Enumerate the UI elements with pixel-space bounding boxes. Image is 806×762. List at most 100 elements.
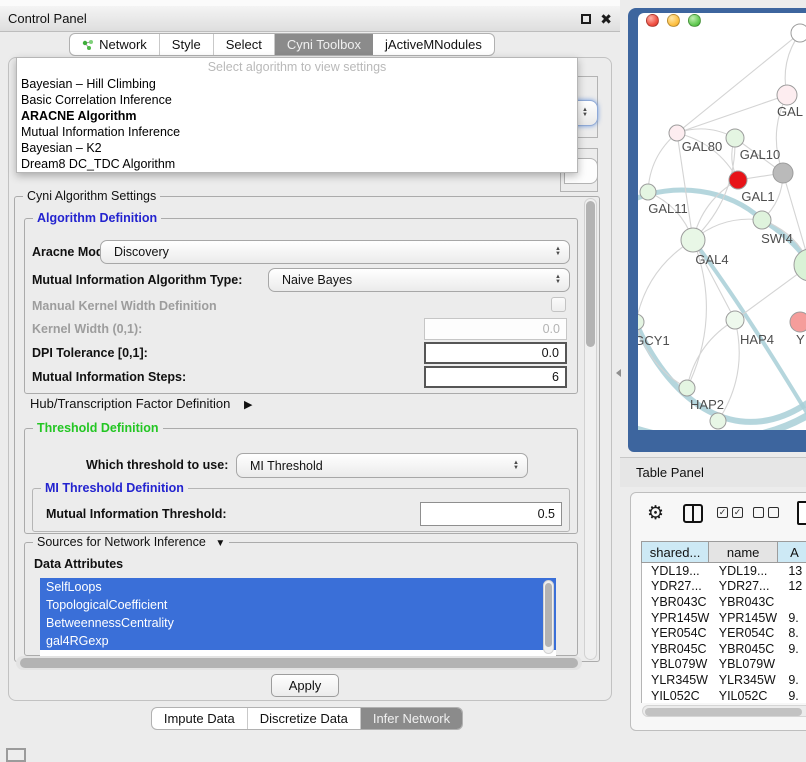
table-row-8[interactable]: YIL052CYIL052C9.	[642, 688, 806, 703]
network-label-GCY1: GCY1	[638, 333, 670, 348]
table-row-7[interactable]: YLR345WYLR345W9.	[642, 672, 806, 688]
network-node-SWI4-node[interactable]	[794, 249, 806, 281]
kernel-width-field[interactable]: 0.0	[424, 318, 567, 340]
table-cell: YDL19...	[710, 564, 780, 578]
network-node-node-gray[interactable]	[773, 163, 793, 183]
table-cell: YER054C	[642, 626, 710, 640]
split-columns-icon[interactable]	[683, 504, 703, 523]
tab-label: Select	[226, 37, 262, 52]
table-header-row: shared...nameA	[641, 541, 806, 563]
network-node-GAL4[interactable]	[681, 228, 705, 252]
tab-label: Impute Data	[164, 711, 235, 726]
tab-impute-data[interactable]: Impute Data	[152, 708, 248, 729]
network-node-GAL1[interactable]	[753, 211, 771, 229]
table-cell: YER054C	[710, 626, 780, 640]
hub-definition-toggle[interactable]: Hub/Transcription Factor Definition ▶	[30, 396, 252, 412]
aracne-mode-combo[interactable]: Discovery ▲▼	[100, 240, 570, 264]
network-view-canvas[interactable]: GALGAL80GAL10GAL1GAL11SWI4GAL4GCY1HAP4YH…	[638, 13, 806, 430]
sources-legend[interactable]: Sources for Network Inference ▼	[33, 535, 229, 549]
tab-infer-network[interactable]: Infer Network	[361, 708, 462, 729]
table-row-5[interactable]: YBR045CYBR045C9.	[642, 641, 806, 657]
tab-network[interactable]: Network	[70, 34, 160, 55]
node-table: shared...nameA YDL19...YDL19...13YDR27..…	[641, 541, 806, 703]
settings-scrollbar-track[interactable]	[584, 198, 597, 660]
column-header-1[interactable]: name	[709, 542, 778, 562]
float-window-icon[interactable]	[581, 14, 591, 24]
table-cell: YBL079W	[710, 657, 780, 671]
column-header-2[interactable]: A	[778, 542, 806, 562]
mi-threshold-value: 0.5	[538, 507, 555, 521]
table-row-3[interactable]: YPR145WYPR145W9.	[642, 610, 806, 626]
table-row-1[interactable]: YDR27...YDR27...12	[642, 579, 806, 595]
which-threshold-combo[interactable]: MI Threshold ▲▼	[236, 453, 528, 478]
stepper-arrows-icon: ▲▼	[513, 461, 519, 471]
attributes-scrollbar-track[interactable]	[543, 580, 554, 654]
tab-style[interactable]: Style	[160, 34, 214, 55]
table-row-4[interactable]: YER054CYER054C8.	[642, 625, 806, 641]
algorithm-dropdown-popup: Select algorithm to view settings Bayesi…	[16, 57, 578, 173]
network-node-GAL11[interactable]	[640, 184, 656, 200]
network-node-GAL10[interactable]	[726, 129, 744, 147]
attribute-item-SelfLoops[interactable]: SelfLoops	[40, 578, 556, 596]
algorithm-dropdown-hint: Select algorithm to view settings	[17, 58, 577, 76]
settings-hscrollbar-track[interactable]	[16, 656, 582, 670]
tab-label: jActiveMNodules	[385, 37, 482, 52]
mi-type-combo[interactable]: Naive Bayes ▲▼	[268, 268, 570, 292]
table-cell: YLR345W	[710, 673, 780, 687]
algorithm-option-5[interactable]: Dream8 DC_TDC Algorithm	[17, 156, 577, 172]
tab-cyni-toolbox[interactable]: Cyni Toolbox	[275, 34, 373, 55]
attribute-item-gal4RGexp[interactable]: gal4RGexp	[40, 632, 556, 650]
tab-select[interactable]: Select	[214, 34, 275, 55]
data-attributes-list[interactable]: SelfLoopsTopologicalCoefficientBetweenne…	[40, 578, 556, 656]
which-threshold-label: Which threshold to use:	[86, 457, 228, 473]
table-hscrollbar-track[interactable]	[642, 705, 806, 717]
manual-kernel-checkbox[interactable]	[551, 297, 566, 312]
tab-discretize-data[interactable]: Discretize Data	[248, 708, 361, 729]
algorithm-option-3[interactable]: Mutual Information Inference	[17, 124, 577, 140]
mi-threshold-field[interactable]: 0.5	[420, 502, 562, 526]
algorithm-option-1[interactable]: Basic Correlation Inference	[17, 92, 577, 108]
table-cell: YBR043C	[642, 595, 710, 609]
network-graph[interactable]: GALGAL80GAL10GAL1GAL11SWI4GAL4GCY1HAP4YH…	[638, 13, 806, 430]
network-node-GCY1[interactable]	[638, 314, 644, 330]
edge-GAL4-GCY1	[638, 240, 693, 322]
panel-collapse-arrow-icon[interactable]	[616, 369, 621, 377]
apply-button[interactable]: Apply	[271, 674, 339, 697]
table-hscrollbar-thumb[interactable]	[645, 708, 802, 716]
network-node-HAP4[interactable]	[726, 311, 744, 329]
control-panel-titlebar: Control Panel ✖	[0, 6, 620, 32]
algorithm-option-4[interactable]: Bayesian – K2	[17, 140, 577, 156]
mac-minimize-button[interactable]	[667, 14, 680, 27]
network-node-node-red[interactable]	[729, 171, 747, 189]
settings-gear-icon[interactable]: ⚙	[647, 502, 664, 525]
attribute-item-TopologicalCoefficient[interactable]: TopologicalCoefficient	[40, 596, 556, 614]
column-header-0[interactable]: shared...	[642, 542, 709, 562]
network-node-node-bottom[interactable]	[710, 413, 726, 429]
mac-zoom-button[interactable]	[688, 14, 701, 27]
algorithm-option-0[interactable]: Bayesian – Hill Climbing	[17, 76, 577, 92]
attribute-item-BetweennessCentrality[interactable]: BetweennessCentrality	[40, 614, 556, 632]
minimized-panel-icon[interactable]	[6, 748, 26, 762]
dpi-tolerance-field[interactable]: 0.0	[424, 342, 567, 364]
settings-scrollbar-thumb[interactable]	[586, 201, 595, 347]
deselect-all-icon[interactable]	[753, 507, 779, 518]
partial-table-icon[interactable]	[797, 501, 806, 525]
attributes-scrollbar-thumb[interactable]	[545, 583, 552, 647]
network-node-node-salmon[interactable]	[790, 312, 806, 332]
table-row-2[interactable]: YBR043CYBR043C	[642, 594, 806, 610]
mi-steps-field[interactable]: 6	[424, 366, 567, 388]
network-node-gal-partial[interactable]	[777, 85, 797, 105]
mi-steps-label: Mutual Information Steps:	[32, 369, 186, 385]
settings-hscrollbar-thumb[interactable]	[20, 658, 578, 668]
algorithm-option-2[interactable]: ARACNE Algorithm	[17, 108, 577, 124]
close-icon[interactable]: ✖	[600, 14, 612, 24]
select-all-icon[interactable]: ✓✓	[717, 507, 743, 518]
network-label-GAL11: GAL11	[648, 201, 688, 216]
table-row-6[interactable]: YBL079WYBL079W	[642, 657, 806, 673]
table-row-0[interactable]: YDL19...YDL19...13	[642, 563, 806, 579]
network-node-HAP2[interactable]	[679, 380, 695, 396]
network-node-node-top[interactable]	[791, 24, 806, 42]
mac-close-button[interactable]	[646, 14, 659, 27]
table-cell: YDR27...	[710, 579, 780, 593]
tab-jactivemnodules[interactable]: jActiveMNodules	[373, 34, 494, 55]
